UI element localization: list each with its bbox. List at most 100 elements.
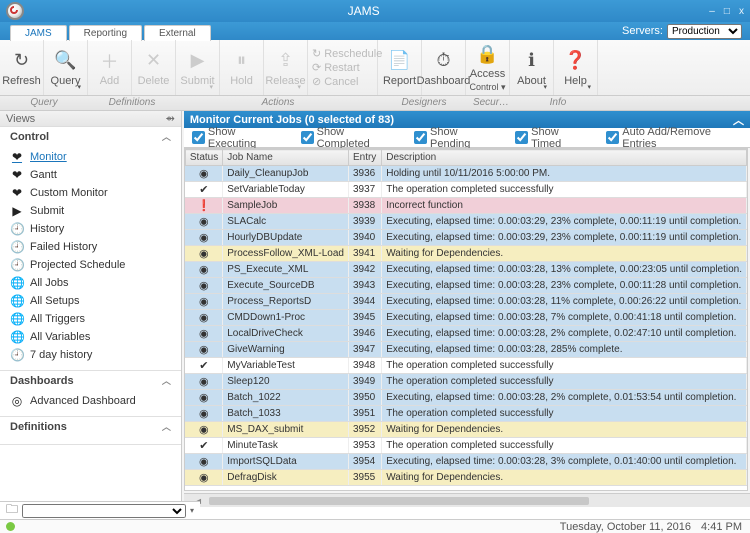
job-name-cell: SampleJob: [223, 198, 349, 214]
nav-item-gantt[interactable]: ❤Gantt: [0, 166, 181, 184]
nav-item-all-variables[interactable]: 🌐All Variables: [0, 328, 181, 346]
nav-item-projected-schedule[interactable]: 🕘Projected Schedule: [0, 256, 181, 274]
minimize-button[interactable]: –: [709, 6, 715, 17]
table-row[interactable]: ◉LocalDriveCheck3946Executing, elapsed t…: [185, 326, 746, 342]
job-name-cell: ImportSQLData: [223, 454, 349, 470]
nav-item-monitor[interactable]: ❤Monitor: [0, 148, 181, 166]
query-button[interactable]: 🔍Query▾: [44, 40, 88, 95]
description-cell: Executing, elapsed time: 0.00:03:29, 23%…: [382, 230, 747, 246]
description-cell: Executing, elapsed time: 0.00:03:28, 23%…: [382, 278, 747, 294]
table-row[interactable]: ◉Sleep1203949The operation completed suc…: [185, 374, 746, 390]
nav-item-icon: 🌐: [10, 276, 24, 290]
cancel-icon: ⊘: [312, 75, 321, 88]
nav-item-failed-history[interactable]: 🕘Failed History: [0, 238, 181, 256]
nav-item-all-setups[interactable]: 🌐All Setups: [0, 292, 181, 310]
table-row[interactable]: ◉Execute_SourceDB3943Executing, elapsed …: [185, 278, 746, 294]
refresh-button[interactable]: ↻Refresh: [0, 40, 44, 95]
main-tab-reporting[interactable]: Reporting: [69, 25, 142, 41]
job-name-cell: Daily_CleanupJob: [223, 166, 349, 182]
table-row[interactable]: ◉Batch_10333951The operation completed s…: [185, 406, 746, 422]
maximize-button[interactable]: □: [724, 6, 730, 17]
filter-show-timed[interactable]: Show Timed: [515, 126, 588, 150]
nav-item-submit[interactable]: ▶Submit: [0, 202, 181, 220]
servers-dropdown[interactable]: Production: [667, 24, 742, 39]
table-row[interactable]: ◉HourlyDBUpdate3940Executing, elapsed ti…: [185, 230, 746, 246]
job-name-cell: MinuteTask: [223, 438, 349, 454]
refresh-icon: ↻: [10, 49, 34, 73]
job-name-cell: LocalDriveCheck: [223, 326, 349, 342]
dashboard-button[interactable]: ⏱Dashboard: [422, 40, 466, 95]
status-icon: ◉: [185, 454, 222, 470]
horizontal-scrollbar[interactable]: ◄: [184, 493, 750, 507]
entry-cell: 3940: [348, 230, 381, 246]
description-cell: The operation completed successfully: [382, 438, 747, 454]
nav-item-all-triggers[interactable]: 🌐All Triggers: [0, 310, 181, 328]
entry-cell: 3950: [348, 390, 381, 406]
entry-cell: 3954: [348, 454, 381, 470]
folder-dropdown[interactable]: [22, 504, 186, 518]
status-icon: ✔: [185, 358, 222, 374]
report-button[interactable]: 📄Report: [378, 40, 422, 95]
table-row[interactable]: ✔MinuteTask3953The operation completed s…: [185, 438, 746, 454]
job-name-cell: DefragDisk: [223, 470, 349, 486]
table-row[interactable]: ◉DefragDisk3955Waiting for Dependencies.: [185, 470, 746, 486]
table-row[interactable]: ◉ProcessFollow_XML-Load3941Waiting for D…: [185, 246, 746, 262]
filter-auto-add-remove-entries[interactable]: Auto Add/Remove Entries: [606, 126, 742, 150]
nav-item-label: Monitor: [30, 151, 67, 163]
table-row[interactable]: ◉Daily_CleanupJob3936Holding until 10/11…: [185, 166, 746, 182]
filter-show-executing[interactable]: Show Executing: [192, 126, 283, 150]
nav-item-all-jobs[interactable]: 🌐All Jobs: [0, 274, 181, 292]
entry-cell: 3953: [348, 438, 381, 454]
nav-item-label: Custom Monitor: [30, 187, 108, 199]
table-row[interactable]: ✔SetVariableToday3937The operation compl…: [185, 182, 746, 198]
section-header-definitions[interactable]: Definitions︿: [0, 417, 181, 436]
nav-item-history[interactable]: 🕘History: [0, 220, 181, 238]
nav-item-icon: ◎: [10, 394, 24, 408]
access-control-button[interactable]: 🔒AccessControl ▾: [466, 40, 510, 95]
filter-show-completed[interactable]: Show Completed: [301, 126, 396, 150]
status-icon: ✔: [185, 182, 222, 198]
column-header[interactable]: Description: [382, 150, 747, 166]
nav-item-7-day-history[interactable]: 🕘7 day history: [0, 346, 181, 364]
submit-button: ▶Submit▾: [176, 40, 220, 95]
nav-item-custom-monitor[interactable]: ❤Custom Monitor: [0, 184, 181, 202]
table-row[interactable]: ◉Batch_10223950Executing, elapsed time: …: [185, 390, 746, 406]
main-tab-jams[interactable]: JAMS: [10, 25, 67, 41]
help-button[interactable]: ❓Help▾: [554, 40, 598, 95]
chevron-down-icon: ▾: [209, 83, 213, 91]
app-title: JAMS: [24, 4, 703, 18]
close-button[interactable]: x: [739, 6, 744, 17]
report-icon: 📄: [388, 49, 412, 73]
ribbon-group-label: Actions: [176, 96, 380, 110]
main-tab-external[interactable]: External: [144, 25, 211, 41]
table-row[interactable]: ✔MyVariableTest3948The operation complet…: [185, 358, 746, 374]
table-row[interactable]: ◉CMDDown1-Proc3945Executing, elapsed tim…: [185, 310, 746, 326]
table-row[interactable]: ❗SampleJob3938Incorrect function: [185, 198, 746, 214]
column-header[interactable]: Job Name: [223, 150, 349, 166]
nav-item-advanced-dashboard[interactable]: ◎ Advanced Dashboard: [0, 392, 181, 410]
pin-icon[interactable]: ⇴: [166, 112, 175, 125]
table-row[interactable]: ◉ImportSQLData3954Executing, elapsed tim…: [185, 454, 746, 470]
table-row[interactable]: ◉MS_DAX_submit3952Waiting for Dependenci…: [185, 422, 746, 438]
table-row[interactable]: ◉Process_ReportsD3944Executing, elapsed …: [185, 294, 746, 310]
entry-cell: 3946: [348, 326, 381, 342]
nav-item-icon: 🕘: [10, 348, 24, 362]
column-header[interactable]: Status: [185, 150, 222, 166]
job-name-cell: CMDDown1-Proc: [223, 310, 349, 326]
job-name-cell: Execute_SourceDB: [223, 278, 349, 294]
nav-item-label: Failed History: [30, 241, 97, 253]
table-row[interactable]: ◉GiveWarning3947Executing, elapsed time:…: [185, 342, 746, 358]
entry-cell: 3944: [348, 294, 381, 310]
nav-item-icon: 🌐: [10, 330, 24, 344]
chevron-down-icon[interactable]: ▾: [190, 506, 194, 515]
about-button[interactable]: ℹAbout▾: [510, 40, 554, 95]
column-header[interactable]: Entry: [348, 150, 381, 166]
nav-item-label: All Setups: [30, 295, 80, 307]
section-header-control[interactable]: Control︿: [0, 127, 181, 146]
status-icon: ◉: [185, 294, 222, 310]
nav-item-label: Advanced Dashboard: [30, 395, 136, 407]
filter-show-pending[interactable]: Show Pending: [414, 126, 497, 150]
table-row[interactable]: ◉PS_Execute_XML3942Executing, elapsed ti…: [185, 262, 746, 278]
section-header-dashboards[interactable]: Dashboards︿: [0, 371, 181, 390]
table-row[interactable]: ◉SLACalc3939Executing, elapsed time: 0.0…: [185, 214, 746, 230]
